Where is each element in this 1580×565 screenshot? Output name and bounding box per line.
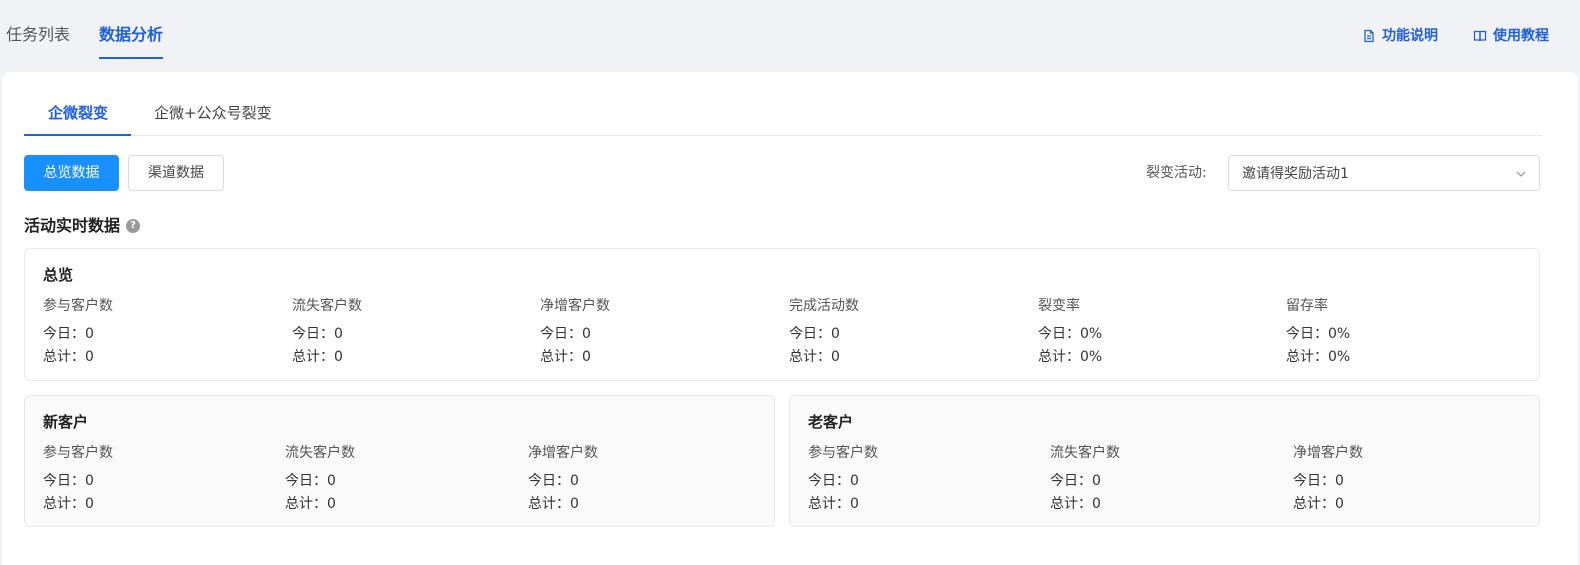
activity-select[interactable]: 邀请得奖励活动1: [1228, 155, 1540, 191]
activity-select-value: 邀请得奖励活动1: [1242, 166, 1349, 182]
tab-wecom-fission[interactable]: 企微裂变: [48, 103, 108, 123]
tab-data-analysis[interactable]: 数据分析: [99, 24, 164, 59]
metric-total: 总计：0: [285, 496, 336, 512]
metric-today: 今日：0: [540, 326, 591, 342]
metric-churned: 流失客户数 今日：0 总计：0: [285, 444, 355, 513]
metric-label: 完成活动数: [789, 298, 859, 314]
tutorial-link[interactable]: 使用教程: [1473, 26, 1549, 46]
metric-net-added: 净增客户数 今日：0 总计：0: [1293, 444, 1363, 513]
metric-net-added: 净增客户数 今日：0 总计：0: [540, 297, 610, 366]
metric-today: 今日：0: [43, 473, 94, 489]
main-card: 企微裂变 企微+公众号裂变 总览数据 渠道数据 裂变活动: 邀请得奖励活动1 活…: [2, 72, 1578, 565]
metric-label: 净增客户数: [540, 298, 610, 314]
metric-total: 总计：0: [43, 349, 94, 365]
top-nav: 任务列表 数据分析 功能说明 使用教程: [0, 0, 1580, 72]
old-customers-panel: 老客户 参与客户数 今日：0 总计：0 流失客户数 今日：0 总计：0 净增客户…: [789, 395, 1540, 527]
chevron-down-icon: [1516, 171, 1526, 177]
active-tab-indicator: [24, 134, 131, 136]
metric-today: 今日：0: [528, 473, 579, 489]
activity-select-label: 裂变活动:: [1146, 165, 1207, 181]
metric-label: 参与客户数: [43, 445, 113, 461]
new-customers-title: 新客户: [43, 413, 89, 431]
metric-participating: 参与客户数 今日：0 总计：0: [43, 444, 113, 513]
overview-title: 总览: [43, 266, 74, 284]
metric-total: 总计：0: [540, 349, 591, 365]
book-icon: [1473, 30, 1487, 42]
metric-label: 裂变率: [1038, 298, 1080, 314]
metric-label: 净增客户数: [528, 445, 598, 461]
metric-total: 总计：0: [43, 496, 94, 512]
feature-description-label: 功能说明: [1382, 28, 1438, 44]
metric-label: 流失客户数: [292, 298, 362, 314]
old-customers-title: 老客户: [808, 413, 854, 431]
metric-today: 今日：0%: [1038, 326, 1103, 342]
metric-today: 今日：0: [1293, 473, 1344, 489]
document-icon: [1364, 29, 1374, 43]
metric-total: 总计：0: [789, 349, 840, 365]
metric-total: 总计：0%: [1286, 349, 1351, 365]
metric-label: 参与客户数: [808, 445, 878, 461]
metric-total: 总计：0: [528, 496, 579, 512]
metric-today: 今日：0: [808, 473, 859, 489]
metric-today: 今日：0: [285, 473, 336, 489]
metric-total: 总计：0: [1293, 496, 1344, 512]
metric-label: 净增客户数: [1293, 445, 1363, 461]
metric-net-added: 净增客户数 今日：0 总计：0: [528, 444, 598, 513]
metric-churned: 流失客户数 今日：0 总计：0: [292, 297, 362, 366]
metric-total: 总计：0%: [1038, 349, 1103, 365]
metric-today: 今日：0: [292, 326, 343, 342]
question-icon[interactable]: ?: [126, 219, 141, 233]
tab-task-list[interactable]: 任务列表: [6, 24, 70, 46]
metric-today: 今日：0: [789, 326, 840, 342]
metric-total: 总计：0: [292, 349, 343, 365]
metric-label: 参与客户数: [43, 298, 113, 314]
metric-total: 总计：0: [1050, 496, 1101, 512]
tab-wecom-official-account-fission[interactable]: 企微+公众号裂变: [154, 103, 272, 123]
metric-participating: 参与客户数 今日：0 总计：0: [808, 444, 878, 513]
metric-label: 留存率: [1286, 298, 1328, 314]
overview-panel: 总览 参与客户数 今日：0 总计：0 流失客户数 今日：0 总计：0 净增客户数…: [24, 248, 1540, 381]
section-title-text: 活动实时数据: [24, 216, 121, 235]
metric-label: 流失客户数: [1050, 445, 1120, 461]
overview-data-button[interactable]: 总览数据: [24, 155, 119, 191]
new-customers-panel: 新客户 参与客户数 今日：0 总计：0 流失客户数 今日：0 总计：0 净增客户…: [24, 395, 775, 527]
metric-participating: 参与客户数 今日：0 总计：0: [43, 297, 113, 366]
metric-churned: 流失客户数 今日：0 总计：0: [1050, 444, 1120, 513]
metric-today: 今日：0: [1050, 473, 1101, 489]
metric-total: 总计：0: [808, 496, 859, 512]
channel-data-button[interactable]: 渠道数据: [128, 155, 224, 191]
metric-today: 今日：0%: [1286, 326, 1351, 342]
sub-tabs: 企微裂变 企微+公众号裂变: [24, 72, 1542, 136]
metric-today: 今日：0: [43, 326, 94, 342]
tutorial-label: 使用教程: [1493, 28, 1549, 44]
metric-completed: 完成活动数 今日：0 总计：0: [789, 297, 859, 366]
metric-label: 流失客户数: [285, 445, 355, 461]
metric-retention-rate: 留存率 今日：0% 总计：0%: [1286, 297, 1350, 366]
feature-description-link[interactable]: 功能说明: [1362, 26, 1438, 46]
section-title: 活动实时数据 ?: [24, 216, 141, 236]
metric-fission-rate: 裂变率 今日：0% 总计：0%: [1038, 297, 1102, 366]
